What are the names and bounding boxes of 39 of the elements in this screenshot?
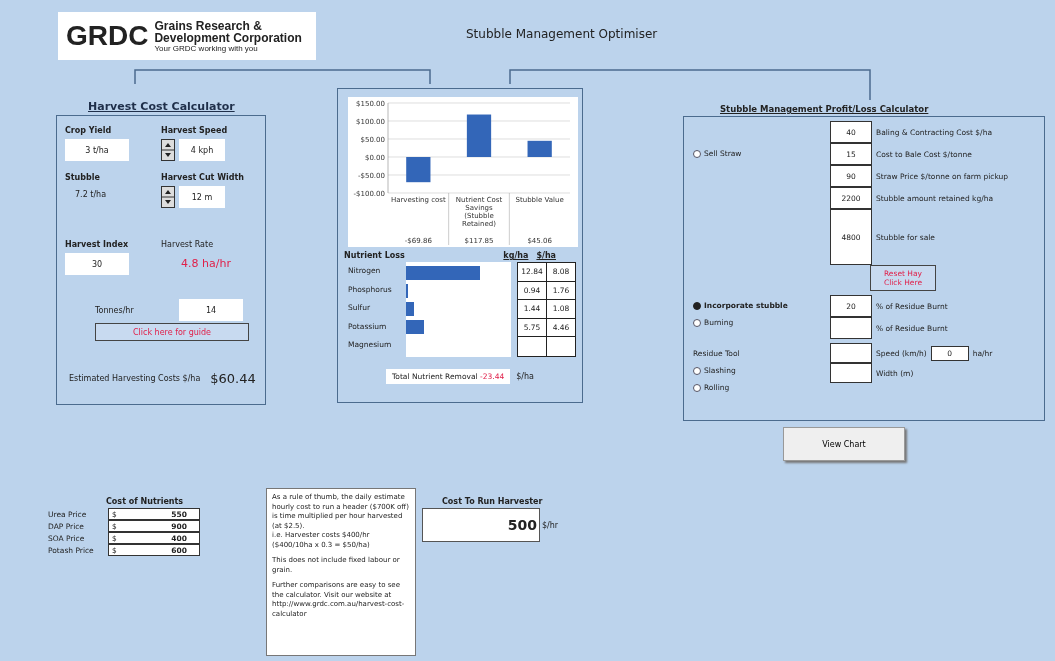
input-field[interactable]: 30 (65, 253, 129, 275)
field-label: Crop Yield (65, 126, 113, 135)
chart-bar (406, 157, 431, 183)
section-heading: Cost of Nutrients (106, 497, 185, 506)
field-label: Harvest Speed (161, 126, 229, 135)
spin-button[interactable] (161, 186, 175, 208)
spin-button[interactable] (161, 139, 175, 161)
column-heading: $/ha (536, 251, 556, 260)
section-heading: Harvest Cost Calculator (88, 100, 235, 113)
unit-label: $/ha (516, 371, 534, 381)
output-value: 4.8 ha/hr (180, 257, 232, 270)
field-label: Harvest Rate (161, 240, 215, 249)
input-field[interactable]: 4 kph (179, 139, 225, 161)
logo-text: Development Corporation (154, 31, 302, 44)
view-chart-button[interactable]: View Chart (783, 427, 905, 461)
input-field[interactable] (830, 317, 872, 339)
input-field[interactable]: 500 (422, 508, 540, 542)
section-heading: Cost To Run Harvester (442, 497, 544, 506)
field-label: Tonnes/hr (95, 305, 134, 315)
field-label: Estimated Harvesting Costs $/ha (69, 374, 201, 383)
logo-mark: GRDC (66, 20, 149, 52)
input-field[interactable]: 3 t/ha (65, 139, 129, 161)
output-value: $60.44 (210, 371, 256, 386)
chart-bar (527, 140, 552, 157)
page-title: Stubble Management Optimiser (466, 27, 658, 41)
input-field[interactable]: 12 m (179, 186, 225, 208)
section-heading: Nutrient Loss (344, 251, 405, 260)
unit-label: $/hr (542, 520, 559, 530)
input-field[interactable] (830, 343, 872, 363)
input-field[interactable]: 14 (179, 299, 243, 321)
field-label: Stubble (65, 173, 101, 182)
field-label: Harvest Cut Width (161, 173, 246, 182)
chart-bar (466, 114, 492, 157)
output-value: 7.2 t/ha (74, 190, 108, 199)
section-heading: Stubble Management Profit/Loss Calculator (720, 104, 929, 114)
input-field[interactable] (830, 363, 872, 383)
logo-text: Grains Research & (154, 19, 263, 32)
field-label: Harvest Index (65, 240, 130, 249)
column-heading: kg/ha (503, 251, 529, 260)
